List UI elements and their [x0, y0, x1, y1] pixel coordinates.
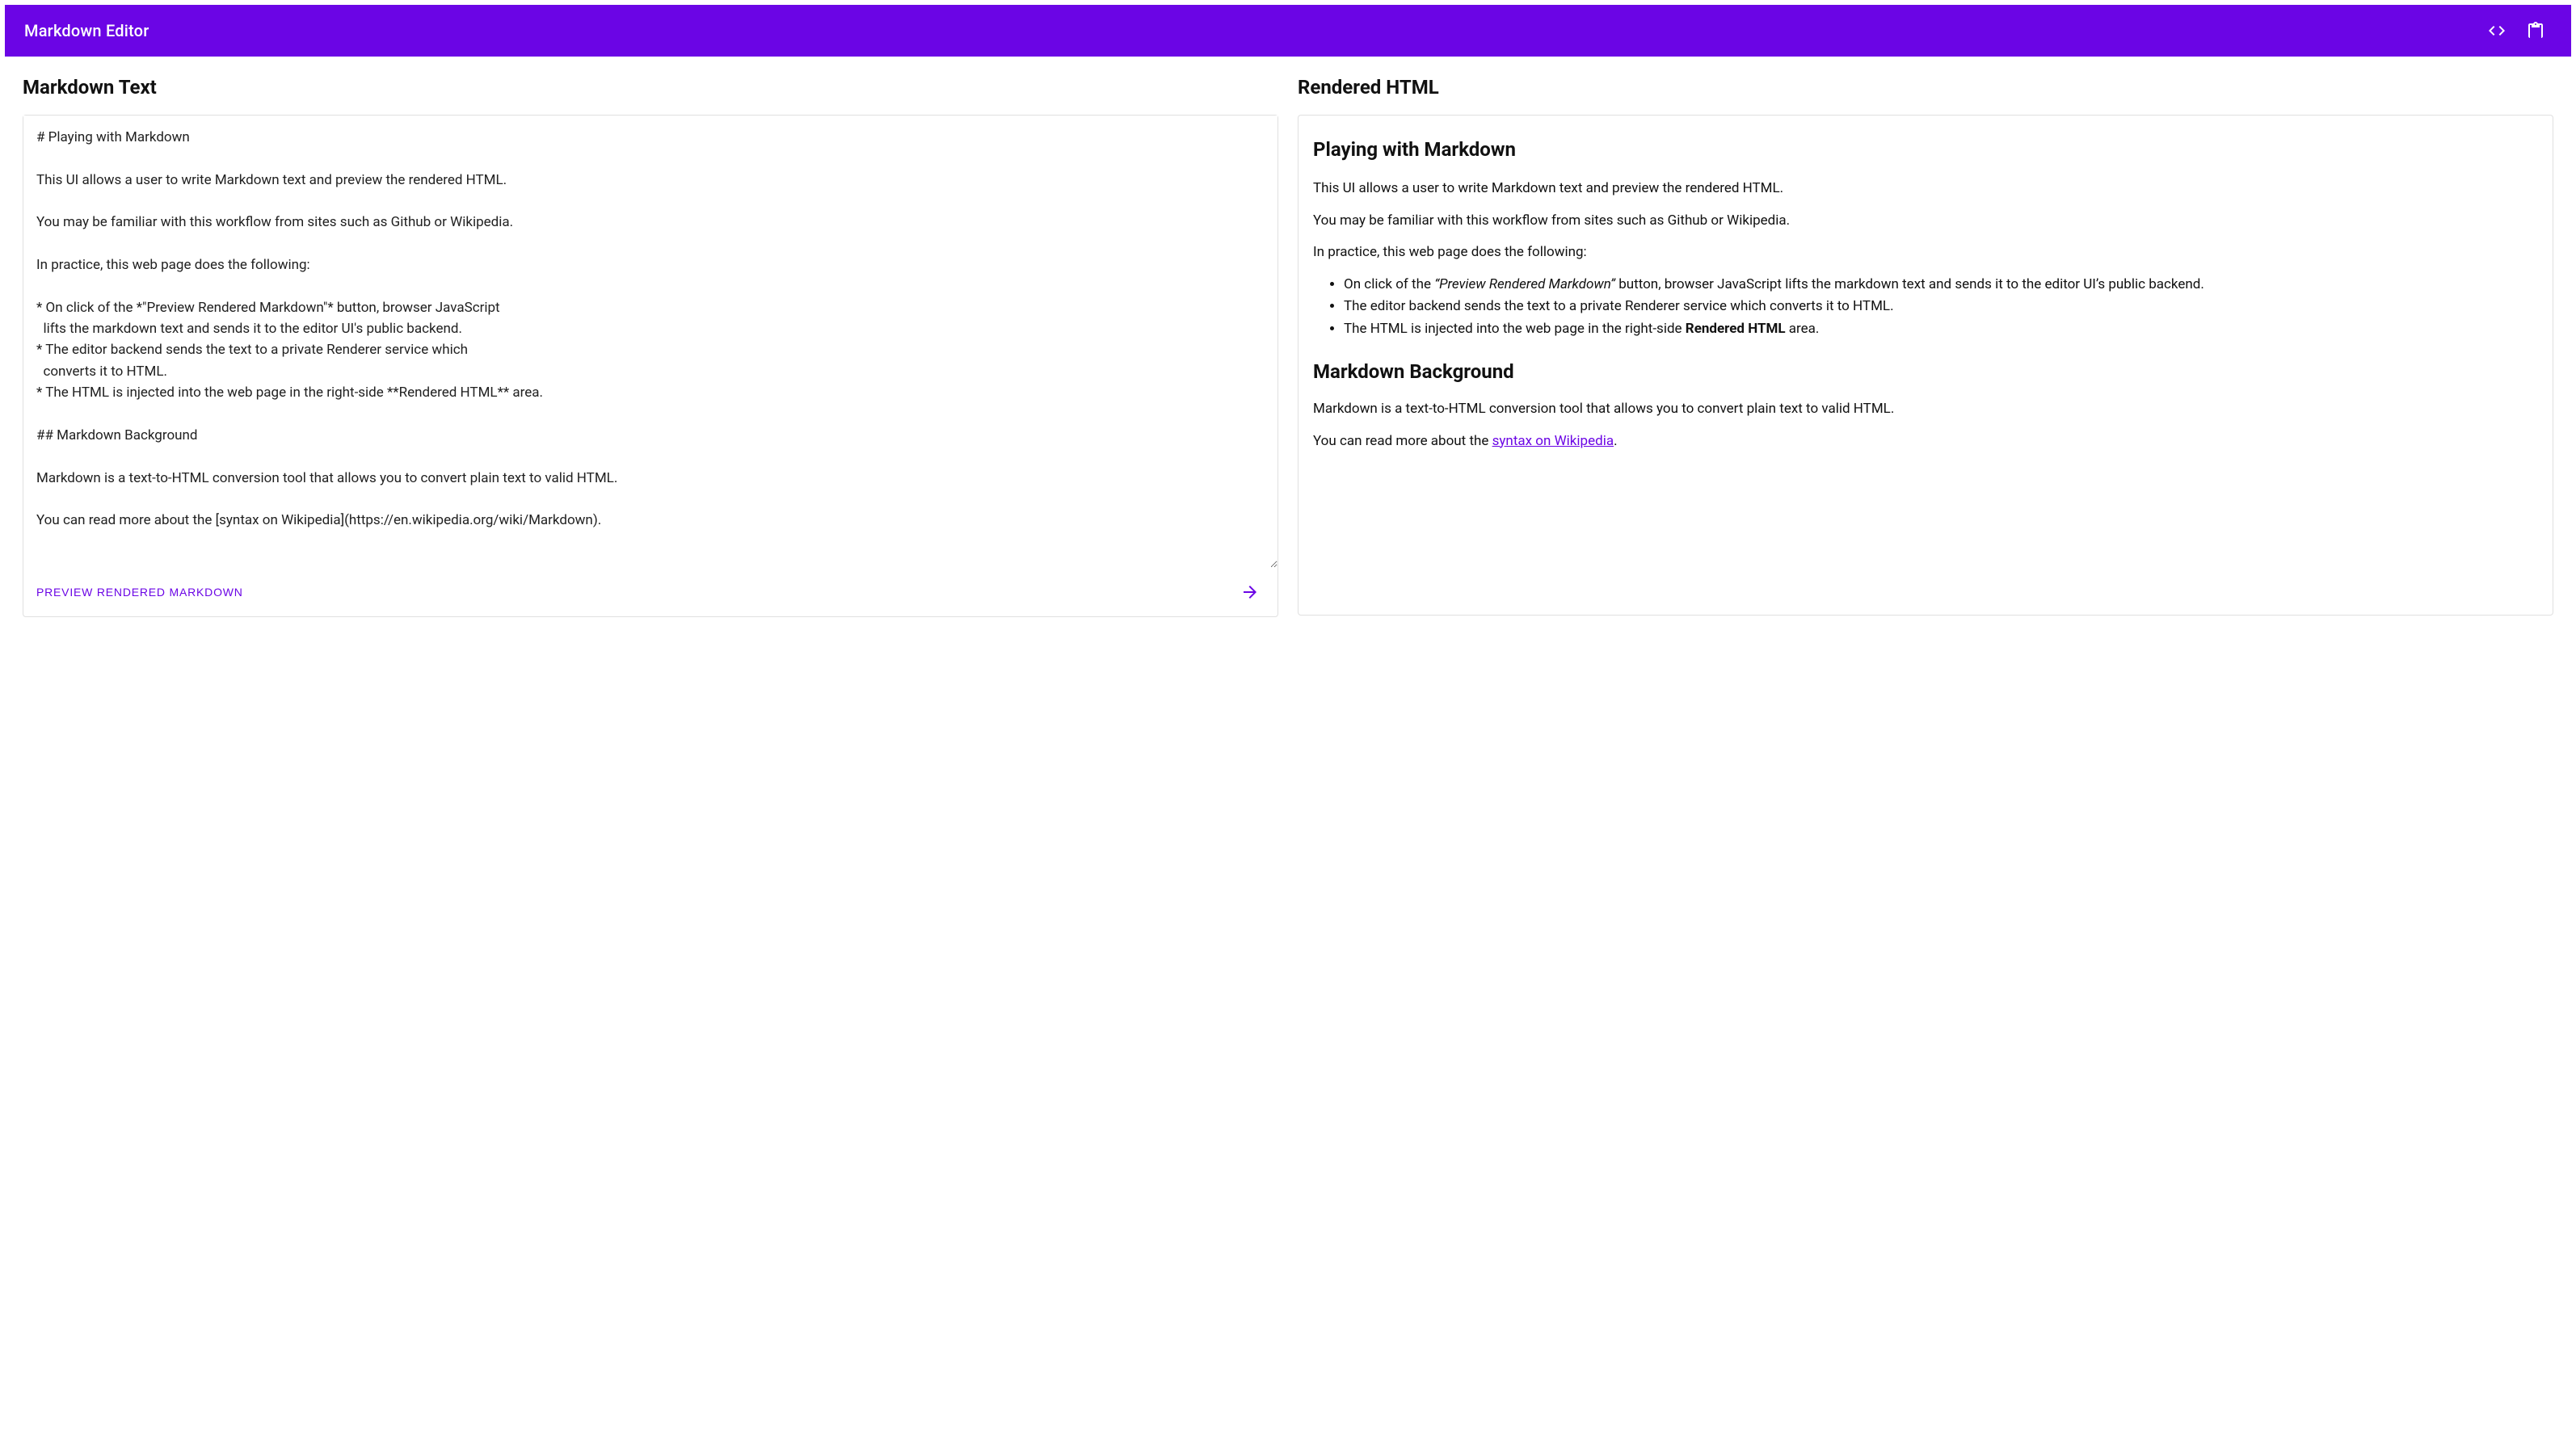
rendered-p1: This UI allows a user to write Markdown …	[1313, 179, 2538, 200]
clipboard-icon[interactable]	[2519, 15, 2552, 47]
text-fragment: button, browser JavaScript lifts the mar…	[1615, 276, 2204, 292]
markdown-input[interactable]	[23, 116, 1277, 568]
rendered-p5: You can read more about the syntax on Wi…	[1313, 431, 2538, 452]
text-fragment: On click of the	[1344, 276, 1434, 292]
markdown-source-card: PREVIEW RENDERED MARKDOWN	[23, 115, 1278, 617]
text-fragment: The HTML is injected into the web page i…	[1344, 321, 1686, 337]
preview-button[interactable]: PREVIEW RENDERED MARKDOWN	[36, 581, 243, 603]
rendered-p4: Markdown is a text-to-HTML conversion to…	[1313, 399, 2538, 420]
rendered-h2: Markdown Background	[1313, 357, 2538, 386]
list-item: On click of the “Preview Rendered Markdo…	[1344, 275, 2538, 296]
text-fragment: .	[1614, 433, 1617, 449]
rendered-p3: In practice, this web page does the foll…	[1313, 242, 2538, 263]
code-icon[interactable]	[2481, 15, 2513, 47]
bold-text: Rendered HTML	[1686, 321, 1786, 337]
rendered-html-column: Rendered HTML Playing with Markdown This…	[1298, 76, 2553, 616]
rendered-html-heading: Rendered HTML	[1298, 76, 2553, 99]
arrow-right-icon[interactable]	[1235, 578, 1265, 607]
wikipedia-link[interactable]: syntax on Wikipedia	[1492, 433, 1614, 449]
editor-actions: PREVIEW RENDERED MARKDOWN	[23, 571, 1277, 616]
rendered-list: On click of the “Preview Rendered Markdo…	[1313, 275, 2538, 340]
italic-text: “Preview Rendered Markdown”	[1434, 276, 1615, 292]
list-item: The editor backend sends the text to a p…	[1344, 296, 2538, 317]
text-fragment: area.	[1786, 321, 1820, 337]
markdown-source-column: Markdown Text PREVIEW RENDERED MARKDOWN	[23, 76, 1278, 617]
app-title: Markdown Editor	[24, 21, 149, 40]
app-bar: Markdown Editor	[5, 5, 2571, 57]
rendered-html-card: Playing with Markdown This UI allows a u…	[1298, 115, 2553, 616]
markdown-source-heading: Markdown Text	[23, 76, 1278, 99]
list-item: The HTML is injected into the web page i…	[1344, 319, 2538, 340]
rendered-p2: You may be familiar with this workflow f…	[1313, 211, 2538, 232]
text-fragment: You can read more about the	[1313, 433, 1492, 449]
main-content: Markdown Text PREVIEW RENDERED MARKDOWN …	[0, 57, 2576, 637]
rendered-h1: Playing with Markdown	[1313, 135, 2538, 164]
